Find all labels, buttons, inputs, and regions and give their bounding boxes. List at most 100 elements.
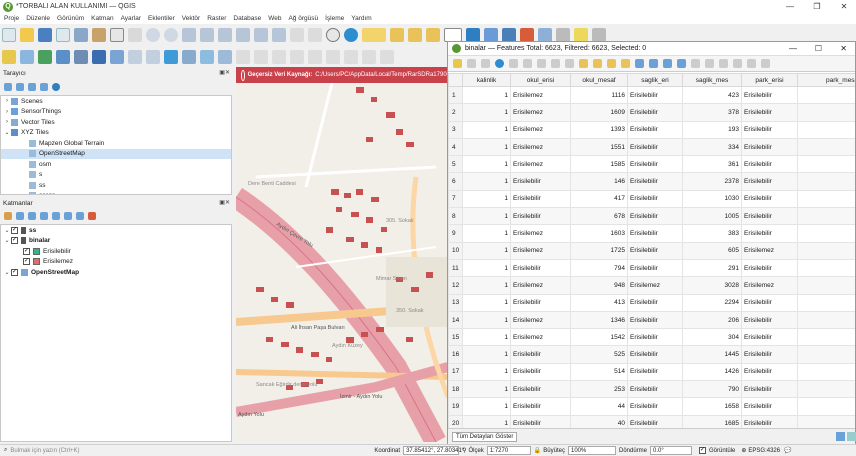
layer-visibility-checkbox[interactable]: ✓	[11, 237, 18, 245]
table-cell[interactable]: 1	[462, 258, 511, 278]
magnifier-field[interactable]: 100%	[567, 446, 616, 455]
row-header[interactable]: 12	[448, 276, 463, 295]
table-cell[interactable]: 92	[797, 258, 855, 278]
table-cell[interactable]: Erisilebilir	[627, 120, 683, 139]
layer-visibility-checkbox[interactable]: ✓	[23, 258, 30, 266]
column-header[interactable]: saglik_eri	[627, 73, 683, 87]
annotation-icon[interactable]	[574, 28, 588, 42]
table-cell[interactable]: 1	[462, 310, 511, 330]
data-source-icon[interactable]	[20, 50, 34, 64]
table-cell[interactable]: Erisilebilir	[627, 241, 683, 260]
table-cell[interactable]: Erisilemez	[510, 276, 571, 295]
layer-item[interactable]: ✓ Erisilemez	[1, 257, 231, 268]
column-header[interactable]: kalinlik	[462, 73, 511, 87]
table-cell[interactable]: 163	[797, 328, 855, 347]
table-cell[interactable]: Erisilebilir	[627, 258, 683, 278]
row-header[interactable]: 16	[448, 345, 463, 364]
table-cell[interactable]: 1393	[570, 120, 628, 139]
table-row[interactable]: 3 1 Erisilemez 1393 Erisilebilir 193 Erisilebi…	[448, 120, 855, 139]
row-header[interactable]: 2	[448, 103, 463, 122]
zoom-last-icon[interactable]	[254, 28, 268, 42]
toggle-editing-icon[interactable]	[2, 50, 16, 64]
table-cell[interactable]: 253	[570, 380, 628, 399]
layer-visibility-checkbox[interactable]: ✓	[23, 247, 30, 255]
organize-columns-icon[interactable]	[718, 59, 728, 68]
table-cell[interactable]: Erisilebilir	[627, 85, 683, 105]
table-cell[interactable]: 1445	[682, 345, 742, 364]
table-row[interactable]: 5 1 Erisilemez 1585 Erisilebilir 361 Erisilebi…	[448, 155, 855, 174]
menu-item[interactable]: Ağ örgüsü	[288, 15, 318, 22]
table-cell[interactable]: 423	[682, 85, 742, 105]
identify-icon[interactable]	[408, 28, 422, 42]
delete-field-icon[interactable]	[704, 59, 714, 68]
table-cell[interactable]: Erisilemez	[627, 276, 683, 295]
attribute-table-scroll[interactable]: kalinlik okul_erisi okul_mesaf saglik_eri sa…	[448, 73, 855, 429]
table-cell[interactable]: 36	[797, 120, 855, 139]
table-cell[interactable]: 2378	[682, 172, 742, 191]
table-cell[interactable]: Erisilebilir	[741, 258, 798, 278]
zoom-next-icon[interactable]	[272, 28, 286, 42]
multi-edit-icon[interactable]	[466, 59, 476, 68]
layer-item[interactable]: ⌄ ✓ binalar	[1, 236, 231, 247]
browser-item[interactable]: ss	[1, 180, 231, 191]
panel-close-icon[interactable]: ▣✕	[219, 69, 230, 76]
table-row[interactable]: 15 1 Erisilemez 1542 Erisilebilir 304 Erisileb…	[448, 328, 855, 347]
add-raster-icon[interactable]	[56, 50, 70, 64]
table-cell[interactable]: 175	[797, 207, 855, 226]
row-header[interactable]: 20	[448, 414, 463, 429]
delete-selected-icon[interactable]	[290, 50, 304, 64]
column-header[interactable]: okul_mesaf	[570, 73, 628, 87]
table-cell[interactable]: 143	[797, 172, 855, 191]
expand-all-icon[interactable]	[64, 211, 72, 220]
table-cell[interactable]: 1685	[682, 414, 742, 429]
collapse-arrow-icon[interactable]: ›	[3, 98, 11, 104]
refresh-icon[interactable]	[344, 28, 358, 42]
table-cell[interactable]: Erisilebilir	[510, 258, 571, 278]
temporal-controller-icon[interactable]	[326, 28, 340, 42]
table-cell[interactable]: 1542	[570, 328, 628, 347]
table-row[interactable]: 13 1 Erisilebilir 413 Erisilebilir 2294 Erisil…	[448, 293, 855, 312]
column-header[interactable]: park_mesaf	[797, 73, 855, 87]
table-row[interactable]: 6 1 Erisilebilir 146 Erisilebilir 2378 Erisile…	[448, 172, 855, 191]
table-row[interactable]: 12 1 Erisilemez 948 Erisilemez 3028 Erisilemez…	[448, 276, 855, 295]
table-cell[interactable]: Erisilebilir	[741, 155, 798, 174]
table-row[interactable]: 4 1 Erisilemez 1551 Erisilebilir 334 Erisilebi…	[448, 137, 855, 157]
pan-map-icon[interactable]	[662, 59, 672, 68]
menu-item[interactable]: Görünüm	[57, 15, 84, 22]
add-wcs-icon[interactable]	[164, 50, 178, 64]
table-cell[interactable]: 1	[462, 224, 511, 243]
row-header[interactable]: 7	[448, 189, 463, 209]
browser-item[interactable]: osm	[1, 159, 231, 170]
minimize-button[interactable]: —	[778, 0, 802, 13]
table-cell[interactable]: 229	[797, 414, 855, 429]
crs-button[interactable]: EPSG:4326	[748, 448, 780, 454]
table-cell[interactable]: 139	[797, 155, 855, 174]
add-spatialite-icon[interactable]	[92, 50, 106, 64]
table-cell[interactable]: Erisilebilir	[510, 345, 571, 364]
add-mesh-icon[interactable]	[218, 50, 232, 64]
collapse-arrow-icon[interactable]: ›	[3, 109, 11, 115]
digitize-icon[interactable]	[254, 50, 268, 64]
zoom-layer-icon[interactable]	[200, 28, 214, 42]
table-cell[interactable]: 206	[682, 310, 742, 330]
expand-arrow-icon[interactable]: ⌄	[3, 269, 11, 276]
table-cell[interactable]: 525	[570, 345, 628, 364]
messages-icon[interactable]: 💬	[784, 447, 791, 454]
new-project-icon[interactable]	[2, 28, 16, 42]
table-cell[interactable]: Erisilemez	[510, 155, 571, 174]
table-cell[interactable]: 304	[682, 328, 742, 347]
table-cell[interactable]: Erisilebilir	[741, 328, 798, 347]
table-cell[interactable]: Erisilebilir	[510, 207, 571, 226]
table-cell[interactable]: 514	[570, 362, 628, 382]
table-cell[interactable]: Erisilebilir	[510, 172, 571, 191]
table-row[interactable]: 16 1 Erisilebilir 525 Erisilebilir 1445 Erisil…	[448, 345, 855, 364]
table-cell[interactable]: Erisilebilir	[627, 155, 683, 174]
save-edits-icon[interactable]	[480, 59, 490, 68]
select-expression-icon[interactable]	[578, 59, 588, 68]
row-header[interactable]: 15	[448, 328, 463, 347]
table-row[interactable]: 9 1 Erisilemez 1603 Erisilebilir 383 Erisilebi…	[448, 224, 855, 243]
table-cell[interactable]: Erisilebilir	[741, 293, 798, 312]
table-cell[interactable]: Erisilebilir	[627, 414, 683, 429]
table-cell[interactable]: 1	[462, 155, 511, 174]
table-cell[interactable]: 1658	[682, 397, 742, 416]
